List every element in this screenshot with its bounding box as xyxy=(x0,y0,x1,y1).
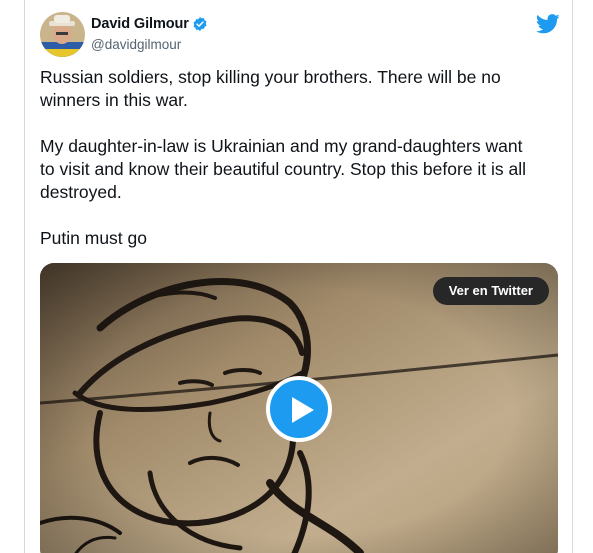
tweet-header: David Gilmour @davidgilmour xyxy=(40,12,560,58)
author-name[interactable]: David Gilmour xyxy=(91,16,189,32)
tweet-paragraph: Russian soldiers, stop killing your brot… xyxy=(40,67,501,110)
tweet-paragraph: My daughter-in-law is Ukrainian and my g… xyxy=(40,136,527,202)
avatar[interactable] xyxy=(40,12,85,57)
avatar-image xyxy=(40,12,85,57)
tweet-paragraph: Putin must go xyxy=(40,228,147,248)
tweet-card: David Gilmour @davidgilmour Russian sold… xyxy=(24,0,573,553)
play-icon xyxy=(292,397,314,423)
author-handle[interactable]: @davidgilmour xyxy=(91,37,181,52)
verified-badge-icon xyxy=(192,16,208,32)
watch-on-twitter-button[interactable]: Ver en Twitter xyxy=(432,277,549,305)
play-button[interactable] xyxy=(266,376,332,442)
tweet-text: Russian soldiers, stop killing your brot… xyxy=(40,66,540,273)
video-player[interactable]: Ver en Twitter xyxy=(40,263,558,553)
author-name-row: David Gilmour xyxy=(91,16,208,32)
twitter-bird-icon[interactable] xyxy=(535,14,560,34)
